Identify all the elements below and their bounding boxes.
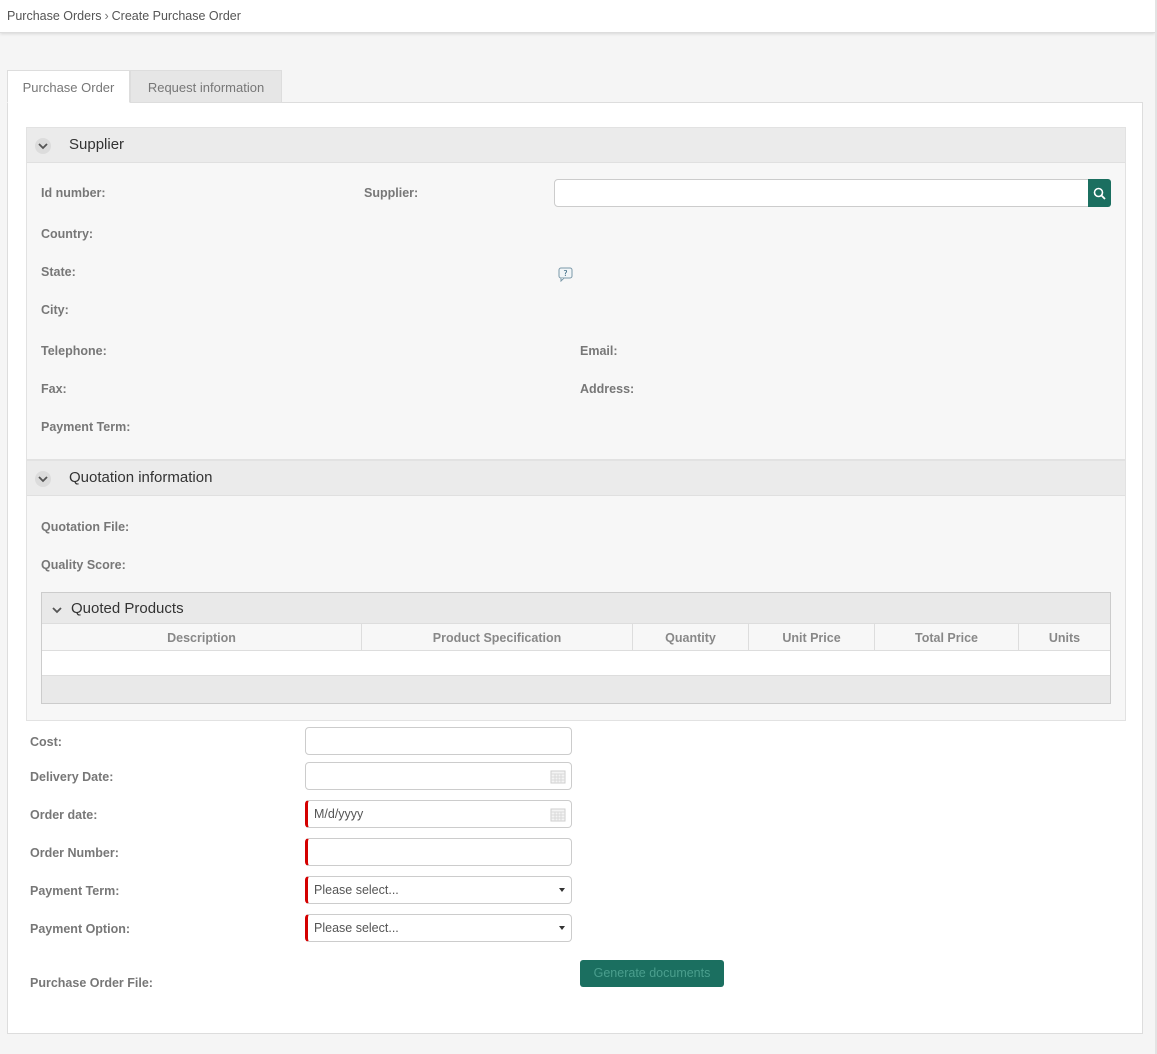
column-units[interactable]: Units (1019, 624, 1110, 651)
caret-down-icon (559, 888, 565, 892)
delivery-date-input[interactable] (305, 762, 572, 790)
collapse-chevron-icon[interactable] (35, 471, 51, 487)
quoted-products-title: Quoted Products (71, 600, 184, 617)
quoted-products-grid: Quoted Products Description Product Spec… (41, 592, 1111, 704)
breadcrumb: Purchase Orders › Create Purchase Order (7, 9, 241, 23)
generate-documents-button[interactable]: Generate documents (580, 960, 724, 987)
supplier-section-header[interactable]: Supplier (27, 128, 1125, 163)
column-product-specification[interactable]: Product Specification (362, 624, 633, 651)
id-number-label: Id number: (41, 186, 106, 200)
collapse-chevron-icon[interactable] (35, 138, 51, 154)
column-description[interactable]: Description (42, 624, 362, 651)
payment-term-select[interactable]: Please select... (305, 876, 572, 904)
chevron-down-icon[interactable] (51, 602, 63, 619)
delivery-date-label: Delivery Date: (30, 770, 114, 784)
top-bar: Purchase Orders › Create Purchase Order (0, 0, 1155, 33)
quotation-section: Quotation information Quotation File: Qu… (26, 460, 1126, 721)
cost-input[interactable] (305, 727, 572, 755)
grid-column-headers: Description Product Specification Quanti… (42, 623, 1110, 651)
supplier-section: Supplier Id number: Supplier: Country: S… (26, 127, 1126, 460)
order-date-value: M/d/yyyy (314, 807, 364, 821)
supplier-input[interactable] (554, 179, 1089, 207)
purchase-order-file-label: Purchase Order File: (30, 976, 153, 990)
payment-term-selected: Please select... (314, 883, 399, 897)
email-label: Email: (580, 344, 618, 358)
calendar-icon[interactable] (550, 807, 566, 822)
grid-body (42, 651, 1110, 676)
payment-term-label: Payment Term: (30, 884, 120, 898)
tab-request-information[interactable]: Request information (130, 70, 282, 103)
payment-option-label: Payment Option: (30, 922, 131, 936)
search-icon (1093, 187, 1106, 200)
quotation-section-title: Quotation information (69, 469, 213, 486)
quality-score-label: Quality Score: (41, 558, 126, 572)
supplier-section-title: Supplier (69, 136, 125, 153)
supplier-search-button[interactable] (1088, 179, 1111, 207)
telephone-label: Telephone: (41, 344, 107, 358)
quotation-section-header[interactable]: Quotation information (27, 461, 1125, 496)
order-number-input[interactable] (305, 838, 572, 866)
tab-purchase-order[interactable]: Purchase Order (7, 70, 130, 103)
payment-option-select[interactable]: Please select... (305, 914, 572, 942)
column-unit-price[interactable]: Unit Price (749, 624, 875, 651)
calendar-icon[interactable] (550, 769, 566, 784)
country-label: Country: (41, 227, 94, 241)
order-number-label: Order Number: (30, 846, 119, 860)
breadcrumb-current: Create Purchase Order (111, 9, 241, 23)
order-date-input[interactable]: M/d/yyyy (305, 800, 572, 828)
quotation-file-label: Quotation File: (41, 520, 130, 534)
supplier-label: Supplier: (364, 186, 419, 200)
city-label: City: (41, 303, 69, 317)
caret-down-icon (559, 926, 565, 930)
payment-option-selected: Please select... (314, 921, 399, 935)
address-label: Address: (580, 382, 635, 396)
svg-text:?: ? (563, 269, 567, 278)
state-label: State: (41, 265, 76, 279)
tab-panel: Supplier Id number: Supplier: Country: S… (7, 102, 1143, 1034)
breadcrumb-purchase-orders[interactable]: Purchase Orders (7, 9, 101, 23)
fax-label: Fax: (41, 382, 67, 396)
help-bubble-icon[interactable]: ? (558, 267, 573, 285)
order-date-label: Order date: (30, 808, 98, 822)
cost-label: Cost: (30, 735, 62, 749)
payment-term-info-label: Payment Term: (41, 420, 131, 434)
quoted-products-header[interactable]: Quoted Products (42, 593, 1110, 623)
column-quantity[interactable]: Quantity (633, 624, 749, 651)
column-total-price[interactable]: Total Price (875, 624, 1019, 651)
breadcrumb-separator: › (104, 9, 109, 23)
